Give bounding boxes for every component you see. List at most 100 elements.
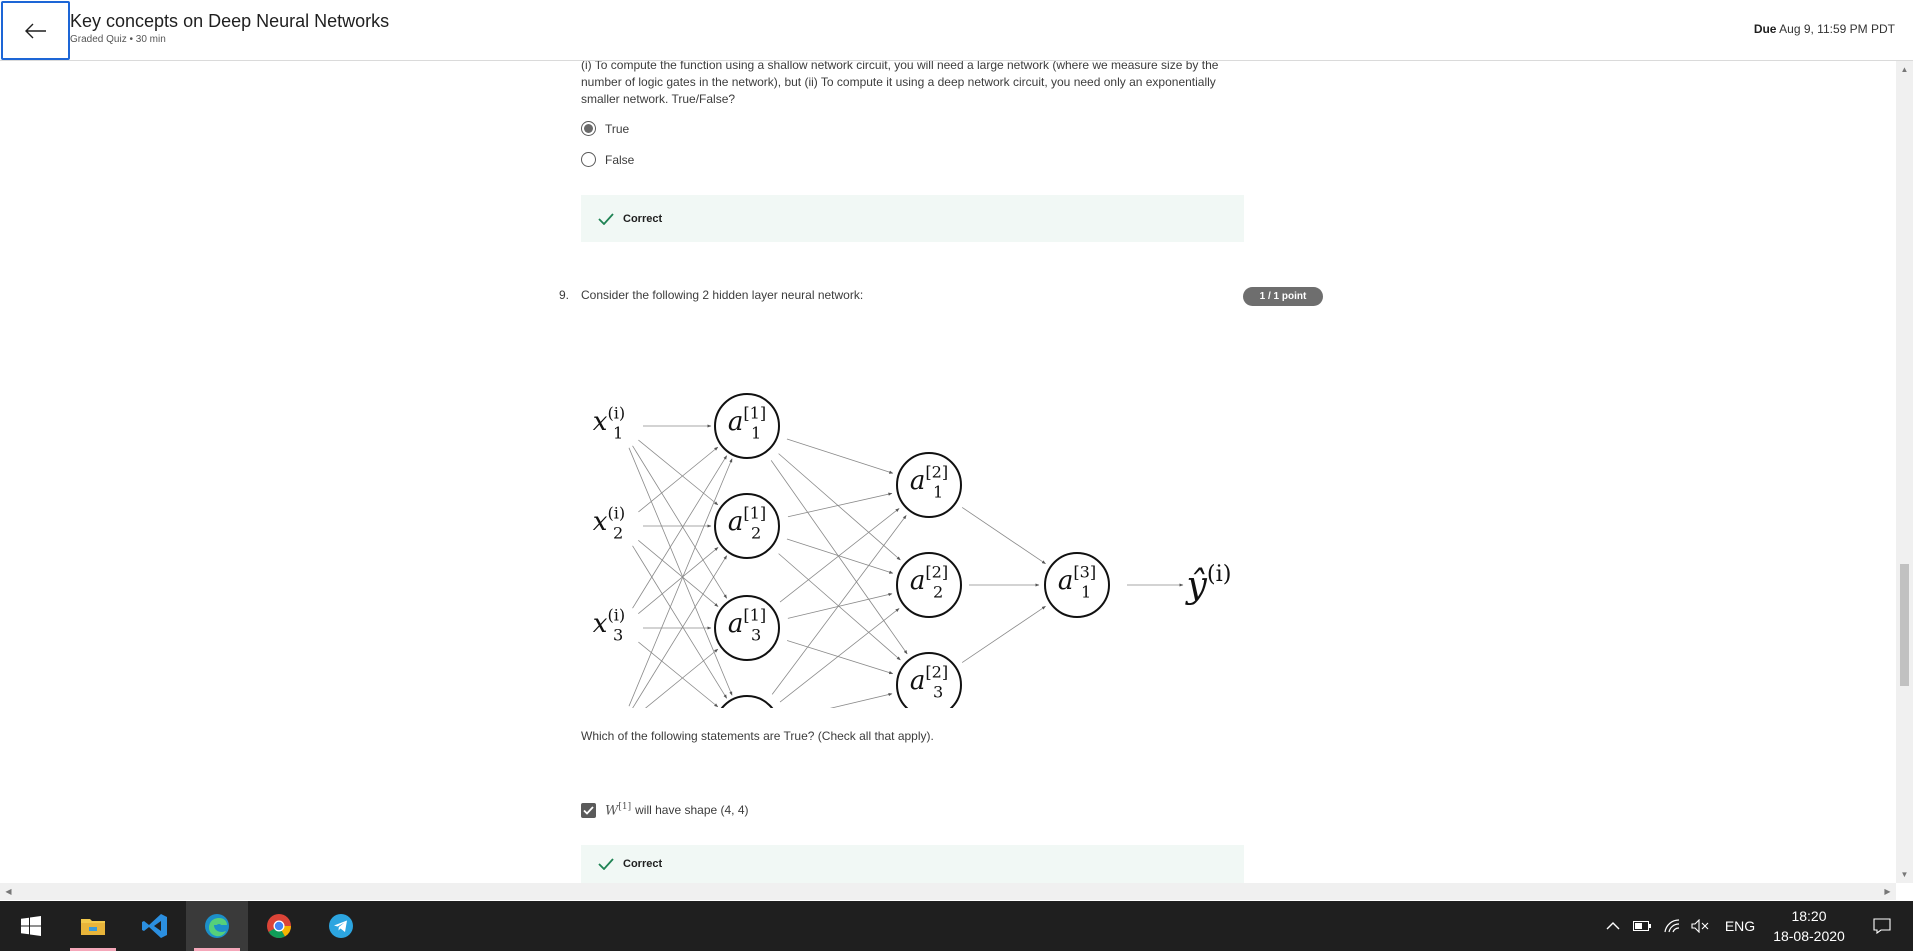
clock-date: 18-08-2020 <box>1773 928 1845 944</box>
points-badge: 1 / 1 point <box>1243 287 1323 306</box>
chrome-icon[interactable] <box>248 901 310 951</box>
option-true[interactable]: True <box>581 121 629 136</box>
math-w: W[1] <box>605 802 631 818</box>
vertical-scrollbar[interactable]: ▲ ▼ <box>1896 61 1913 883</box>
edge-arrow <box>632 445 728 599</box>
edge-arrow <box>638 539 719 607</box>
label-sup: [2] <box>925 562 948 581</box>
feedback-correct-2: Correct <box>581 845 1244 883</box>
taskbar: ENG 18:20 18-08-2020 <box>0 901 1913 951</box>
label-sup: (i) <box>607 705 625 708</box>
option-false[interactable]: False <box>581 152 634 167</box>
label-sub: 1 <box>933 483 943 502</box>
edge-arrow <box>829 693 893 708</box>
label-base: x <box>593 507 608 537</box>
edge-arrow <box>638 641 719 708</box>
feedback-label: Correct <box>623 212 663 225</box>
edge-arrow <box>787 593 893 619</box>
quiz-content: (i) To compute the function using a shal… <box>0 61 1896 883</box>
label-base: a <box>728 609 744 639</box>
scroll-left-icon[interactable]: ◀ <box>4 887 13 896</box>
due-label: Due <box>1753 22 1777 36</box>
edge-arrow <box>770 460 908 655</box>
label-sub: 3 <box>613 626 623 645</box>
label-base: x <box>593 407 608 437</box>
input-x3-label: x(i) 3 <box>593 605 625 644</box>
label-sup: (i) <box>607 503 625 522</box>
radio-false[interactable] <box>581 152 596 167</box>
question-number: 9. <box>559 288 570 302</box>
label-base: x <box>593 609 608 639</box>
quiz-page: Key concepts on Deep Neural Networks Gra… <box>0 0 1913 951</box>
label-base: a <box>910 466 926 496</box>
label-sup: [2] <box>925 662 948 681</box>
scroll-up-icon[interactable]: ▲ <box>1900 65 1909 74</box>
radio-true[interactable] <box>581 121 596 136</box>
label-sub: 1 <box>1081 583 1091 602</box>
label-base: a <box>910 666 926 696</box>
clock[interactable]: 18:20 18-08-2020 <box>1764 906 1854 946</box>
label-sub: 2 <box>933 583 943 602</box>
option-w1-shape[interactable]: W[1] will have shape (4, 4) <box>581 802 749 818</box>
checkbox-checked[interactable] <box>581 802 596 818</box>
show-hidden-icons-icon[interactable] <box>1601 901 1625 951</box>
edge-arrow <box>779 508 900 603</box>
scroll-right-icon[interactable]: ▶ <box>1883 887 1892 896</box>
edge-arrow <box>638 547 719 615</box>
wifi-icon[interactable] <box>1660 901 1684 951</box>
option-label: True <box>605 121 630 136</box>
edge-icon[interactable] <box>186 901 248 951</box>
label-sup: [3] <box>1073 562 1096 581</box>
question-9-prompt: Consider the following 2 hidden layer ne… <box>581 288 864 302</box>
checkmark-icon <box>583 806 594 815</box>
input-x4-label: x(i)4 <box>593 705 625 708</box>
label-sup: (i) <box>1207 561 1232 587</box>
label-sub: 3 <box>933 683 943 702</box>
question-8-text: (i) To compute the function using a shal… <box>581 61 1219 106</box>
horizontal-scrollbar[interactable]: ◀ ▶ <box>0 883 1896 900</box>
check-icon <box>598 858 614 870</box>
label-sup: [1] <box>743 503 766 522</box>
label-sub: 2 <box>751 524 761 543</box>
feedback-correct: Correct <box>581 195 1244 242</box>
option-label: False <box>605 152 635 167</box>
check-icon <box>598 212 614 225</box>
edge-arrow <box>786 438 894 474</box>
scroll-down-icon[interactable]: ▼ <box>1900 870 1909 879</box>
edge-arrow <box>645 648 719 708</box>
due-date: Due Aug 9, 11:59 PM PDT <box>1754 22 1895 36</box>
label-sup: [1] <box>743 705 766 708</box>
edge-arrow <box>638 439 719 506</box>
arrow-left-icon <box>24 23 46 38</box>
file-explorer-icon[interactable] <box>62 901 124 951</box>
output-yhat-label: ŷ(i) <box>1185 561 1232 606</box>
edge-arrow <box>771 515 907 695</box>
feedback-label: Correct <box>623 858 663 870</box>
clock-time: 18:20 <box>1791 908 1827 924</box>
notifications-icon[interactable] <box>1864 901 1900 951</box>
input-x2-label: x(i) 2 <box>593 503 625 542</box>
edge-arrow <box>961 605 1046 663</box>
vscode-icon[interactable] <box>124 901 186 951</box>
label-base: ŷ <box>1185 565 1208 606</box>
back-button[interactable] <box>1 1 70 60</box>
quiz-subtitle: Graded Quiz • 30 min <box>70 34 166 45</box>
label-sub: 1 <box>613 424 623 443</box>
language-indicator[interactable]: ENG <box>1722 901 1758 951</box>
battery-icon[interactable] <box>1630 901 1654 951</box>
start-icon[interactable] <box>0 901 62 951</box>
input-x1-label: x(i) 1 <box>593 403 625 442</box>
volume-muted-icon[interactable] <box>1688 901 1712 951</box>
label-sup: [1] <box>743 403 766 422</box>
label-sub: 1 <box>751 424 761 443</box>
label-sup: (i) <box>607 605 625 624</box>
nodes: x(i)1x(i)2x(i)3x(i)4a[1]1a[1]2a[1]3a[1]4… <box>593 393 1232 708</box>
scroll-thumb[interactable] <box>1900 564 1909 686</box>
telegram-icon[interactable] <box>310 901 372 951</box>
edge-arrow <box>787 492 893 518</box>
neural-network-diagram: x(i)1x(i)2x(i)3x(i)4a[1]1a[1]2a[1]3a[1]4… <box>593 393 1232 708</box>
label-sub: 3 <box>751 626 761 645</box>
math-base: W <box>605 803 619 819</box>
label-sup: [1] <box>743 605 766 624</box>
radio-selected-dot <box>584 124 593 133</box>
